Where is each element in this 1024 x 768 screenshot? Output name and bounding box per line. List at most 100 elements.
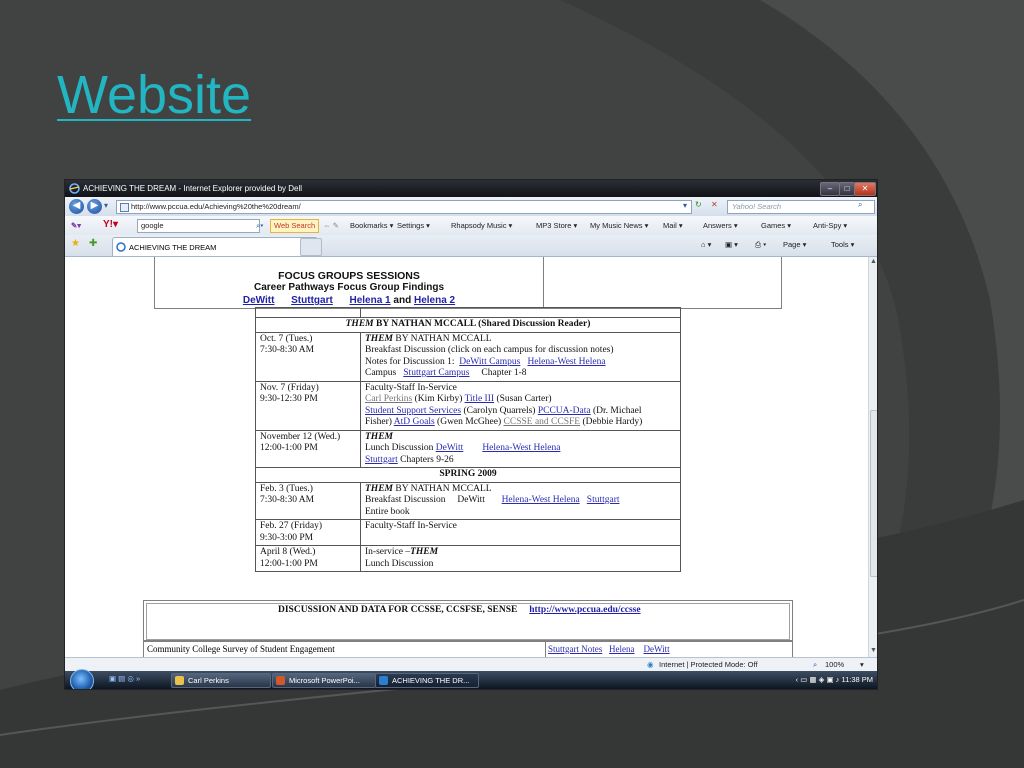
quicklaunch-icons[interactable]: ▣ ▤ ◎ » (109, 674, 140, 683)
clock: 11:38 PM (841, 675, 873, 684)
add-favorite-icon[interactable]: ✚ (89, 238, 97, 249)
scrollbar-thumb[interactable] (870, 410, 877, 577)
table-row (255, 307, 681, 318)
favorites-star-icon[interactable]: ★ (71, 238, 80, 249)
toolbar-settings[interactable]: Settings ▾ (397, 221, 430, 230)
yahoo-logo-icon[interactable]: Y!▾ (103, 219, 118, 230)
tab-label: ACHIEVING THE DREAM (129, 243, 217, 252)
task-powerpoint[interactable]: Microsoft PowerPoi... (272, 673, 376, 688)
link-helena[interactable]: Helena (609, 644, 634, 654)
toolbar-mp3-store[interactable]: MP3 Store ▾ (536, 221, 577, 230)
tray-icons[interactable]: ‹ ▭ ▦ ◈ ▣ ♪ (796, 675, 842, 684)
ie-logo-icon (69, 183, 80, 194)
feeds-icon[interactable]: ▣ ▾ (725, 240, 738, 249)
maximize-button[interactable]: □ (839, 182, 855, 196)
focus-link-dewitt[interactable]: DeWitt (243, 295, 275, 306)
history-dropdown-icon[interactable]: ▾ (104, 201, 108, 210)
link-ccsse-ccsfe[interactable]: CCSSE and CCSFE (504, 417, 581, 427)
globe-icon: ◉ (647, 660, 654, 669)
link-pccua-data[interactable]: PCCUA-Data (538, 406, 591, 416)
toolbar-music-news[interactable]: My Music News ▾ (590, 221, 648, 230)
page-content: FOCUS GROUPS SESSIONS Career Pathways Fo… (65, 257, 868, 657)
scroll-down-arrow-icon[interactable]: ▼ (870, 647, 877, 654)
vertical-scrollbar[interactable]: ▲ ▼ (868, 257, 877, 657)
page-icon (120, 203, 129, 212)
table-row: Oct. 7 (Tues.) 7:30-8:30 AM THEM BY NATHA… (255, 331, 681, 382)
link-carl-perkins[interactable]: Carl Perkins (365, 394, 412, 404)
link-stuttgart-campus[interactable]: Stuttgart Campus (403, 368, 469, 378)
toolbar-rhapsody[interactable]: Rhapsody Music ▾ (451, 221, 512, 230)
scroll-up-arrow-icon[interactable]: ▲ (870, 258, 877, 265)
home-icon[interactable]: ⌂ ▾ (701, 240, 711, 249)
close-button[interactable]: ✕ (854, 182, 876, 196)
web-search-button[interactable]: Web Search (270, 219, 320, 233)
table-row: April 8 (Wed.) 12:00-1:00 PM In-service –… (255, 545, 681, 572)
zoom-icon[interactable]: ⌕ (813, 660, 817, 670)
address-field[interactable]: http://www.pccua.edu/Achieving%20the%20d… (116, 200, 692, 214)
tab-achieving-the-dream[interactable]: ACHIEVING THE DREAM (112, 237, 318, 256)
link-stuttgart-2[interactable]: Stuttgart (587, 495, 620, 505)
link-helena-west-helena-2[interactable]: Helena-West Helena (482, 443, 560, 453)
windows-taskbar: ▣ ▤ ◎ » Carl Perkins Microsoft PowerPoi.… (65, 669, 877, 689)
link-helena-west-helena[interactable]: Helena-West Helena (527, 357, 605, 367)
address-dropdown-icon[interactable]: ▾ (683, 201, 687, 210)
address-url: http://www.pccua.edu/Achieving%20the%20d… (131, 202, 301, 211)
start-button[interactable] (70, 669, 94, 689)
toolbar-answers[interactable]: Answers ▾ (703, 221, 738, 230)
browser-screenshot: ACHIEVING THE DREAM - Internet Explorer … (64, 179, 878, 690)
forward-button[interactable]: ▶ (87, 199, 102, 214)
page-menu[interactable]: Page ▾ (783, 240, 806, 249)
schedule-table: THEM BY NATHAN MCCALL (Shared Discussion… (255, 307, 681, 572)
yahoo-toolbar: ✎▾ Y!▾ google ⌕▾ Web Search ⇔ ✎ Bookmark… (65, 216, 877, 236)
search-field[interactable]: Yahoo! Search (727, 200, 875, 214)
focus-link-stuttgart[interactable]: Stuttgart (291, 295, 333, 306)
table-row: SPRING 2009 (255, 467, 681, 483)
focus-link-helena-2[interactable]: Helena 2 (414, 295, 455, 306)
table-row: THEM BY NATHAN MCCALL (Shared Discussion… (255, 317, 681, 333)
print-icon[interactable]: ⎙ ▾ (755, 240, 766, 250)
link-student-support-services[interactable]: Student Support Services (365, 406, 461, 416)
toolbar-search-input[interactable]: google (137, 219, 260, 233)
task-achieving-the-dream[interactable]: ACHIEVING THE DR... (375, 673, 479, 688)
zoom-dropdown-icon[interactable]: ▾ (860, 660, 864, 669)
tab-ie-icon (116, 242, 126, 252)
search-magnifier-icon[interactable]: ⌕ (858, 200, 862, 210)
link-stuttgart-notes[interactable]: Stuttgart Notes (548, 644, 602, 654)
refresh-icon[interactable]: ↻ (695, 200, 702, 209)
spring-2009-header: SPRING 2009 (255, 467, 681, 483)
link-stuttgart[interactable]: Stuttgart (365, 455, 398, 465)
link-dewitt-campus[interactable]: DeWitt Campus (459, 357, 520, 367)
tab-bar: ★ ✚ ACHIEVING THE DREAM ⌂ ▾ ▣ ▾ ⎙ ▾ Page… (65, 235, 877, 257)
ccsse-row-label: Community College Survey of Student Enga… (147, 644, 335, 654)
link-helena-west-helena-3[interactable]: Helena-West Helena (502, 495, 580, 505)
link-dewitt-2[interactable]: DeWitt (643, 644, 669, 654)
zoom-level[interactable]: 100% (825, 660, 844, 669)
toolbar-games[interactable]: Games ▾ (761, 221, 791, 230)
status-bar: ◉ Internet | Protected Mode: Off ⌕ 100% … (65, 657, 877, 672)
toolbar-anti-spy[interactable]: Anti-Spy ▾ (813, 221, 847, 230)
link-ccsse-url[interactable]: http://www.pccua.edu/ccsse (529, 605, 640, 615)
link-atd-goals[interactable]: AtD Goals (394, 417, 435, 427)
focus-link-helena-1[interactable]: Helena 1 (349, 295, 390, 306)
address-bar-row: ◀ ▶ ▾ http://www.pccua.edu/Achieving%20t… (65, 197, 877, 216)
security-zone: Internet | Protected Mode: Off (659, 660, 758, 669)
toolbar-arrows-icon[interactable]: ⇔ ✎ (323, 221, 339, 230)
minimize-button[interactable]: – (820, 182, 840, 196)
focus-and: and (393, 295, 412, 306)
toolbar-pencil-icon[interactable]: ✎▾ (71, 221, 81, 230)
link-dewitt[interactable]: DeWitt (436, 443, 464, 453)
toolbar-search-icon[interactable]: ⌕▾ (256, 221, 263, 231)
toolbar-mail[interactable]: Mail ▾ (663, 221, 683, 230)
link-title-iii[interactable]: Title III (465, 394, 494, 404)
stop-icon[interactable]: ✕ (711, 200, 718, 209)
tools-menu[interactable]: Tools ▾ (831, 240, 854, 249)
back-button[interactable]: ◀ (69, 199, 84, 214)
table-row: November 12 (Wed.) 12:00-1:00 PM THEM Lun… (255, 429, 681, 468)
toolbar-bookmarks[interactable]: Bookmarks ▾ (350, 221, 393, 230)
discussion-box: DISCUSSION AND DATA FOR CCSSE, CCSFSE, S… (143, 600, 793, 642)
window-title: ACHIEVING THE DREAM - Internet Explorer … (83, 184, 303, 193)
new-tab-button[interactable] (300, 238, 322, 256)
task-carl-perkins[interactable]: Carl Perkins (171, 673, 271, 688)
focus-groups-links: DeWitt Stuttgart Helena 1 and Helena 2 (154, 295, 544, 306)
table-row: Feb. 3 (Tues.) 7:30-8:30 AM THEM BY NATHA… (255, 481, 681, 520)
